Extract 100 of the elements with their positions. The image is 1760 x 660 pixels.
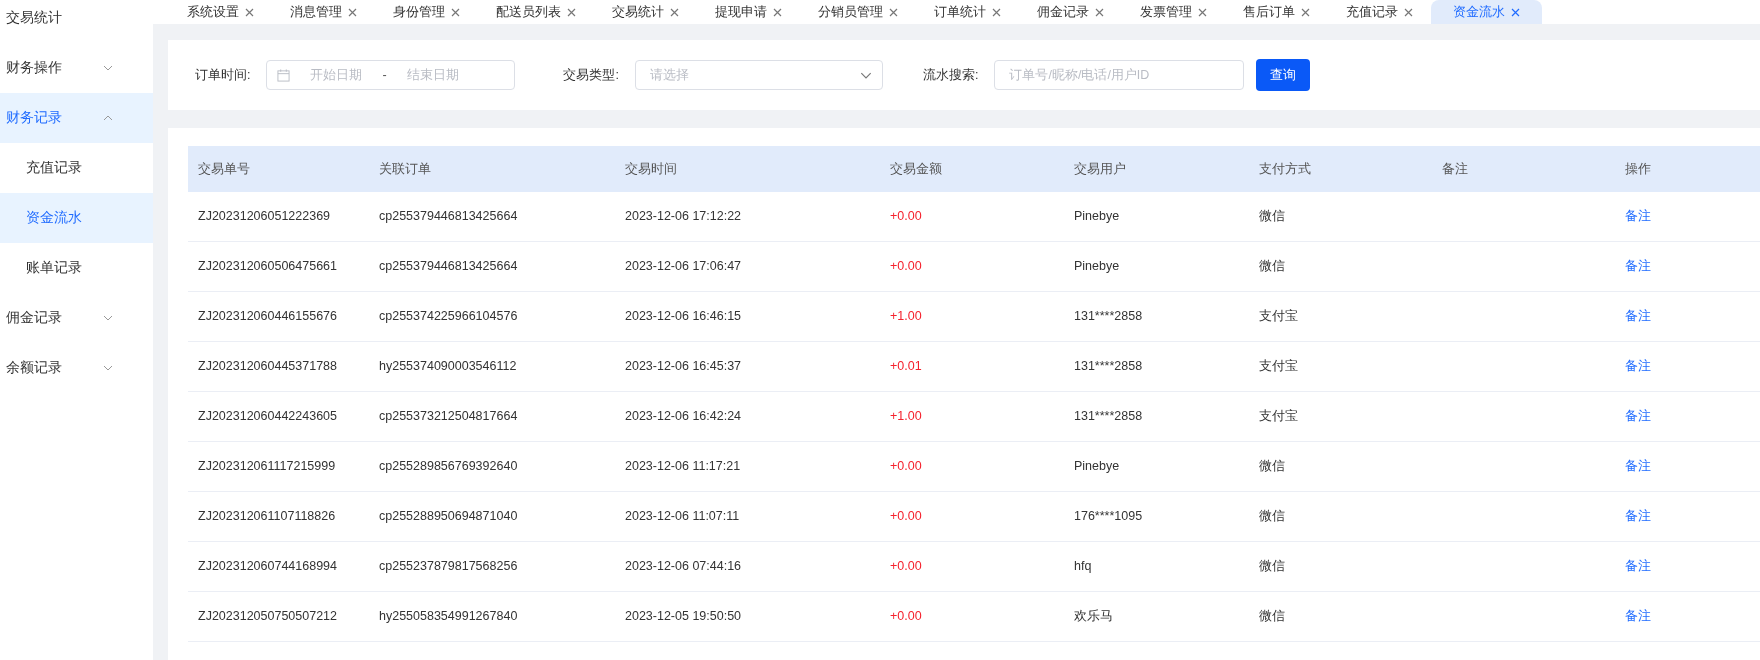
tab[interactable]: 资金流水 [1431,0,1542,24]
sidebar-item[interactable]: 交易统计 [0,0,153,43]
chevron-down-icon [103,365,113,371]
table-cell: cp255379446813425664 [369,242,615,292]
table-cell: 2023-12-06 16:42:24 [615,392,880,442]
close-icon[interactable] [1511,7,1520,17]
chevron-down-icon [103,315,113,321]
close-icon[interactable] [348,7,357,17]
close-icon[interactable] [1301,7,1310,17]
table-cell: 欢乐马 [1064,592,1249,642]
sidebar-item[interactable]: 充值记录 [0,143,153,193]
table-cell: cp255373212504817664 [369,392,615,442]
tab[interactable]: 佣金记录 [1019,0,1122,24]
table-cell: Pinebye [1064,242,1249,292]
tab[interactable]: 订单统计 [916,0,1019,24]
remark-link[interactable]: 备注 [1625,457,1651,476]
tab[interactable]: 消息管理 [272,0,375,24]
search-field[interactable]: 订单号/昵称/电话/用户ID [994,60,1245,90]
close-icon[interactable] [889,7,898,17]
table-cell: 2023-12-06 16:46:15 [615,292,880,342]
close-icon[interactable] [1095,7,1104,17]
table-cell: 微信 [1249,492,1432,542]
close-icon[interactable] [670,7,679,17]
table-cell: 2023-12-06 11:07:11 [615,492,880,542]
sidebar-item[interactable]: 佣金记录 [0,293,153,343]
close-icon[interactable] [451,7,460,17]
query-button[interactable]: 查询 [1256,59,1311,91]
remark-link[interactable]: 备注 [1625,507,1651,526]
tab[interactable]: 充值记录 [1328,0,1431,24]
close-icon[interactable] [992,7,1001,17]
tab[interactable]: 提现申请 [697,0,800,24]
start-date-placeholder: 开始日期 [310,66,363,84]
sidebar-item[interactable]: 财务记录 [0,93,153,143]
sidebar-item[interactable]: 账单记录 [0,243,153,293]
remark-link[interactable]: 备注 [1625,407,1651,426]
table-cell: 131****2858 [1064,342,1249,392]
tab[interactable]: 身份管理 [375,0,478,24]
tab[interactable]: 分销员管理 [800,0,916,24]
table-cell: 2023-12-05 19:50:50 [615,592,880,642]
table-cell: hy255058354991267840 [369,592,615,642]
sidebar-item[interactable]: 余额记录 [0,343,153,393]
amount-cell: +1.00 [880,292,1064,342]
date-range-field[interactable]: 开始日期 - 结束日期 [266,60,516,90]
column-header: 操作 [1615,146,1760,192]
table-cell: hfq [1064,542,1249,592]
table-cell: 微信 [1249,592,1432,642]
table-cell: ZJ20231206051222369 [188,192,369,242]
table-cell: ZJ202312060506475661 [188,242,369,292]
table-cell: 支付宝 [1249,292,1432,342]
remark-link[interactable]: 备注 [1625,207,1651,226]
table-cell: ZJ202312061107118826 [188,492,369,542]
table-cell: ZJ202312060744168994 [188,542,369,592]
table-cell: 2023-12-06 11:17:21 [615,442,880,492]
sidebar-item[interactable]: 资金流水 [0,193,153,243]
table-cell: 微信 [1249,242,1432,292]
amount-cell: +0.00 [880,442,1064,492]
chevron-up-icon [103,115,113,121]
tab[interactable]: 系统设置 [169,0,272,24]
remark-link[interactable]: 备注 [1625,257,1651,276]
sidebar-item[interactable]: 财务操作 [0,43,153,93]
chevron-down-icon [103,65,113,71]
filter-label: 交易类型: [563,66,619,84]
amount-cell: +0.01 [880,342,1064,392]
remark-link[interactable]: 备注 [1625,307,1651,326]
remark-link[interactable]: 备注 [1625,557,1651,576]
amount-cell: +0.00 [880,492,1064,542]
close-icon[interactable] [1198,7,1207,17]
remark-link[interactable]: 备注 [1625,357,1651,376]
close-icon[interactable] [567,7,576,17]
table-cell: ZJ202312061117215999 [188,442,369,492]
calendar-icon [277,68,291,82]
end-date-placeholder: 结束日期 [406,66,459,84]
table-cell: 2023-12-06 16:45:37 [615,342,880,392]
tab[interactable]: 交易统计 [594,0,697,24]
table-cell: hy255374090003546112 [369,342,615,392]
table-cell: 2023-12-06 17:12:22 [615,192,880,242]
table-cell: 微信 [1249,442,1432,492]
table-cell: cp255289856769392640 [369,442,615,492]
amount-cell: +1.00 [880,392,1064,442]
close-icon[interactable] [245,7,254,17]
amount-cell: +0.00 [880,192,1064,242]
table-cell: 131****2858 [1064,392,1249,442]
table-cell: 微信 [1249,542,1432,592]
table-cell: 支付宝 [1249,342,1432,392]
table-cell: 2023-12-06 17:06:47 [615,242,880,292]
tab[interactable]: 发票管理 [1122,0,1225,24]
column-header: 关联订单 [369,146,615,192]
tab[interactable]: 售后订单 [1225,0,1328,24]
remark-link[interactable]: 备注 [1625,607,1651,626]
date-separator: - [382,66,387,84]
amount-cell: +0.00 [880,542,1064,592]
table-cell: Pinebye [1064,442,1249,492]
column-header: 支付方式 [1249,146,1432,192]
table-cell: ZJ202312060442243605 [188,392,369,442]
table-cell: cp255379446813425664 [369,192,615,242]
tab[interactable]: 配送员列表 [478,0,594,24]
filter-label: 流水搜索: [922,66,979,84]
close-icon[interactable] [1404,7,1413,17]
filter-label: 订单时间: [195,66,251,84]
close-icon[interactable] [773,7,782,17]
